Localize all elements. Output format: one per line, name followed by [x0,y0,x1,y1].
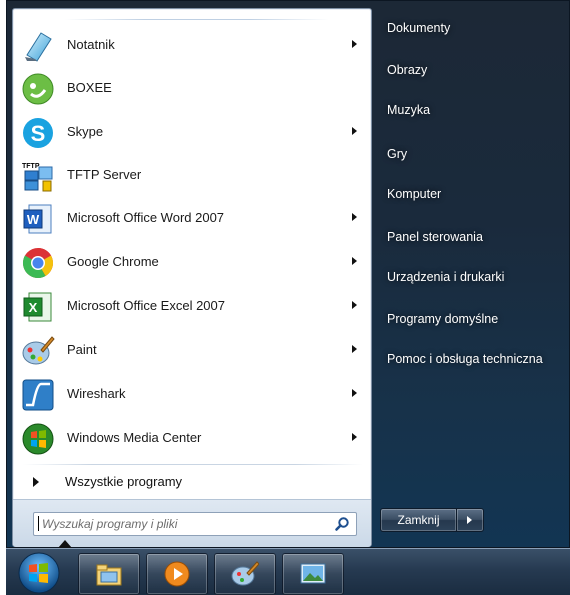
arrow-right-icon [33,477,39,487]
right-item-label: Obrazy [387,63,428,77]
arrow-right-icon [467,516,472,524]
photo-viewer-icon [300,563,326,584]
program-label: Microsoft Office Excel 2007 [67,298,225,313]
program-label: BOXEE [67,80,112,95]
notepad-icon [25,32,52,62]
paint-icon [231,561,259,586]
search-icon[interactable] [334,516,350,532]
chrome-icon [22,248,54,279]
submenu-arrow-icon[interactable] [352,257,357,265]
submenu-arrow-icon[interactable] [352,213,357,221]
excel-icon: X [23,292,52,322]
taskbar-media-player-button[interactable] [146,553,208,595]
right-item-label: Urządzenia i drukarki [387,270,505,284]
program-item-paint[interactable]: Paint [13,329,371,371]
program-item-wireshark[interactable]: Wireshark [13,373,371,415]
right-item-label: Gry [387,147,408,161]
submenu-arrow-icon[interactable] [352,40,357,48]
right-item-label: Programy domyślne [387,312,499,326]
explorer-icon [96,564,122,586]
right-item-label: Komputer [387,187,442,201]
search-box[interactable] [33,512,357,536]
right-item-label: Dokumenty [387,21,451,35]
program-label: Google Chrome [67,254,159,269]
shutdown-button[interactable]: Zamknij [380,508,457,532]
separator [23,464,363,465]
svg-text:W: W [27,212,40,227]
right-item-programy-domyslne[interactable]: Programy domyślne [378,305,564,335]
text-caret [38,516,39,531]
right-item-label: Muzyka [387,103,431,117]
all-programs-button[interactable]: Wszystkie programy [23,469,363,495]
program-label: Windows Media Center [67,430,202,445]
wireshark-icon [22,379,54,411]
search-input[interactable] [42,513,332,535]
taskbar-photo-viewer-button[interactable] [282,553,344,595]
program-item-word[interactable]: W Microsoft Office Word 2007 [13,197,371,239]
right-item-panel-sterowania[interactable]: Panel sterowania [378,223,564,253]
taskbar-paint-button[interactable] [214,553,276,595]
right-item-label: Pomoc i obsługa techniczna [387,352,543,366]
right-item-obrazy[interactable]: Obrazy [378,56,564,86]
program-item-skype[interactable]: S Skype [13,111,371,153]
program-label: Wireshark [67,386,126,401]
submenu-arrow-icon[interactable] [352,127,357,135]
right-item-gry[interactable]: Gry [378,140,564,170]
separator [65,19,329,20]
program-label: Paint [67,342,97,357]
start-menu-left-panel: Notatnik BOXEE S Skype TFTP TFTP Server … [12,8,372,547]
program-item-chrome[interactable]: Google Chrome [13,241,371,283]
media-center-icon [22,423,54,455]
program-item-tftp-server[interactable]: TFTP TFTP Server [13,154,371,196]
taskbar [6,548,570,595]
submenu-arrow-icon[interactable] [352,301,357,309]
svg-text:X: X [29,300,38,315]
right-item-urzadzenia-i-drukarki[interactable]: Urządzenia i drukarki [378,263,564,293]
program-label: Microsoft Office Word 2007 [67,210,225,225]
boxee-icon [22,73,54,105]
program-item-notatnik[interactable]: Notatnik [13,24,371,66]
program-label: Notatnik [67,37,115,52]
program-item-boxee[interactable]: BOXEE [13,67,371,109]
tftp-icon-text: TFTP [22,163,40,170]
program-item-windows-media-center[interactable]: Windows Media Center [13,417,371,459]
submenu-arrow-icon[interactable] [352,389,357,397]
all-programs-label: Wszystkie programy [65,474,183,489]
right-item-pomoc[interactable]: Pomoc i obsługa techniczna [378,345,564,375]
right-item-muzyka[interactable]: Muzyka [378,96,564,126]
skype-icon: S [23,118,53,148]
shutdown-group: Zamknij [380,508,484,532]
program-label: TFTP Server [67,167,142,182]
right-item-label: Panel sterowania [387,230,483,244]
paint-icon [22,336,55,365]
svg-text:S: S [31,121,46,146]
word-icon: W [23,204,52,234]
program-label: Skype [67,124,104,139]
submenu-arrow-icon[interactable] [352,345,357,353]
menu-pointer-icon [58,540,72,548]
right-item-dokumenty[interactable]: Dokumenty [378,14,564,44]
right-item-komputer[interactable]: Komputer [378,180,564,210]
tftp-server-icon: TFTP [22,163,53,192]
media-player-icon [164,561,190,587]
program-item-excel[interactable]: X Microsoft Office Excel 2007 [13,285,371,327]
start-button[interactable] [16,551,62,595]
shutdown-options-button[interactable] [456,508,484,532]
taskbar-explorer-button[interactable] [78,553,140,595]
submenu-arrow-icon[interactable] [352,433,357,441]
